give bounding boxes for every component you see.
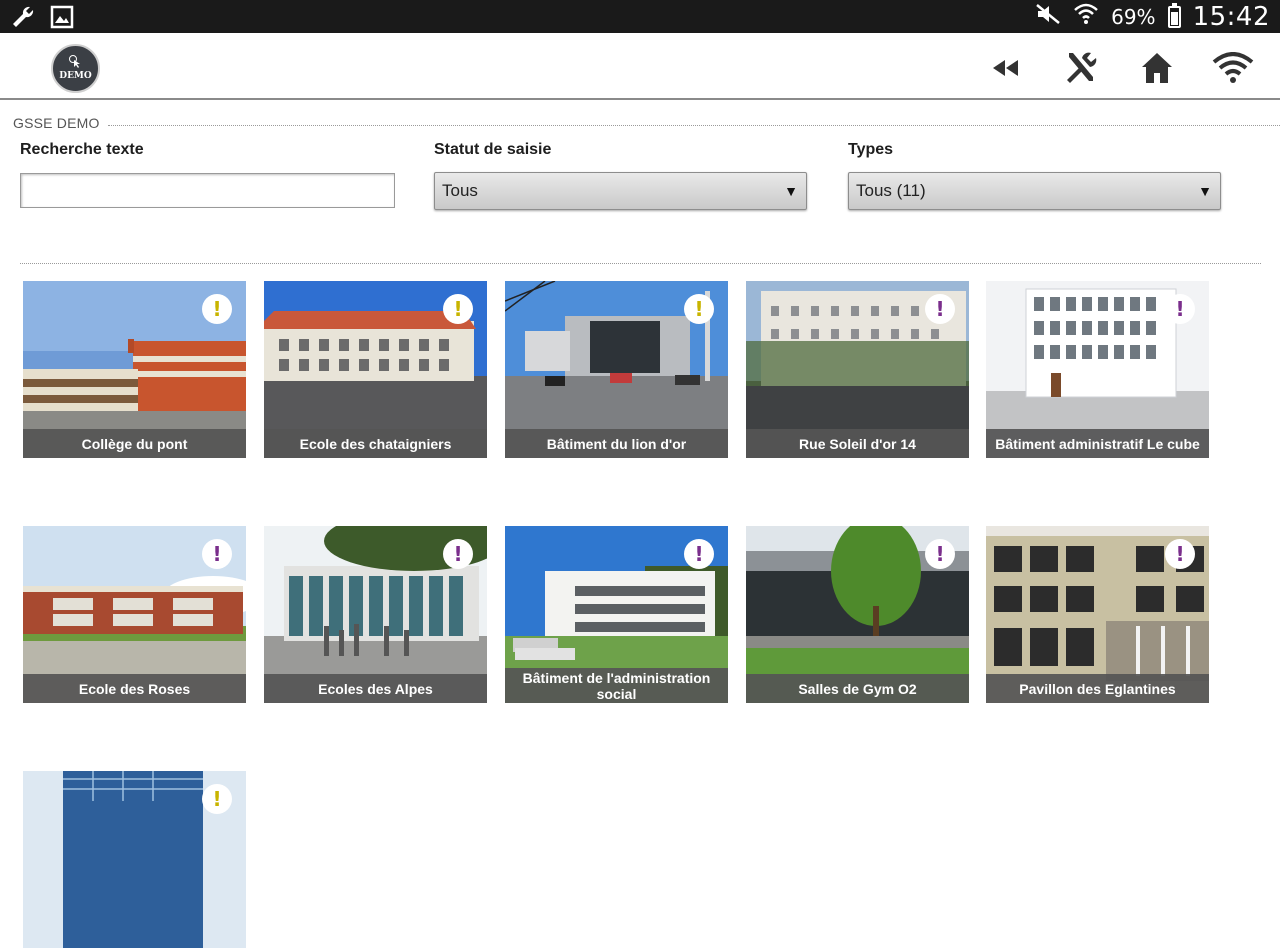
building-tile[interactable]: ! Ecoles des Alpes — [264, 526, 487, 703]
tools-icon — [1067, 52, 1097, 83]
alert-icon: ! — [925, 539, 955, 569]
rewind-button[interactable] — [984, 47, 1026, 89]
building-title: Salles de Gym O2 — [746, 674, 969, 703]
building-tile[interactable]: ! Salles de Gym O2 — [746, 526, 969, 703]
alert-icon: ! — [1165, 294, 1195, 324]
alert-icon: ! — [443, 539, 473, 569]
building-title: Bâtiment du lion d'or — [505, 429, 728, 458]
alert-icon: ! — [443, 294, 473, 324]
home-icon — [1142, 53, 1172, 83]
building-title: Rue Soleil d'or 14 — [746, 429, 969, 458]
battery-icon — [1167, 2, 1181, 28]
filters-divider — [20, 263, 1261, 264]
building-tile[interactable]: ! Ecole des chataigniers — [264, 281, 487, 458]
types-label: Types — [848, 141, 894, 158]
status-select[interactable]: Tous ▼ — [434, 172, 807, 210]
alert-icon: ! — [1165, 539, 1195, 569]
building-tile[interactable]: ! Bâtiment de l'administration social — [505, 526, 728, 703]
alert-icon: ! — [202, 294, 232, 324]
alert-icon: ! — [202, 784, 232, 814]
types-select-value: Tous (11) — [856, 181, 926, 200]
building-title: Ecole des chataigniers — [264, 429, 487, 458]
building-tile[interactable]: ! Bâtiment administratif Le cube — [986, 281, 1209, 458]
building-title: Ecole des Roses — [23, 674, 246, 703]
section-title: GSSE DEMO — [13, 115, 100, 131]
building-tile[interactable]: ! Bâtiment du lion d'or — [505, 281, 728, 458]
building-title: Bâtiment administratif Le cube — [986, 429, 1209, 458]
logo-text: DEMO — [59, 71, 92, 81]
status-label: Statut de saisie — [434, 141, 552, 158]
building-tile[interactable]: ! Rue Soleil d'or 14 — [746, 281, 969, 458]
alert-icon: ! — [202, 539, 232, 569]
status-select-value: Tous — [442, 181, 478, 200]
wifi-icon — [1212, 52, 1254, 83]
wifi-button[interactable] — [1212, 47, 1254, 89]
app-header: DEMO — [0, 33, 1280, 100]
building-title: Ecoles des Alpes — [264, 674, 487, 703]
wrench-icon — [10, 4, 36, 35]
status-bar: 69% 15:42 — [0, 0, 1280, 33]
tools-button[interactable] — [1060, 47, 1102, 89]
home-button[interactable] — [1136, 47, 1178, 89]
battery-percent: 69% — [1111, 4, 1156, 29]
mute-icon — [1035, 3, 1061, 30]
alert-icon: ! — [684, 294, 714, 324]
demo-logo[interactable]: DEMO — [51, 44, 100, 93]
alert-icon: ! — [925, 294, 955, 324]
cursor-icon — [69, 55, 80, 68]
section-divider — [108, 125, 1280, 126]
search-label: Recherche texte — [20, 141, 144, 158]
building-title: Collège du pont — [23, 429, 246, 458]
wifi-icon — [1073, 2, 1099, 31]
clock: 15:42 — [1192, 1, 1270, 32]
dropdown-arrow-icon: ▼ — [1198, 183, 1212, 199]
dropdown-arrow-icon: ▼ — [784, 183, 798, 199]
search-input[interactable] — [20, 173, 395, 208]
rewind-icon — [993, 60, 1018, 76]
building-tile[interactable]: ! Pavillon des Eglantines — [986, 526, 1209, 703]
types-select[interactable]: Tous (11) ▼ — [848, 172, 1221, 210]
alert-icon: ! — [684, 539, 714, 569]
building-tile[interactable]: ! — [23, 771, 246, 948]
building-tile[interactable]: ! Ecole des Roses — [23, 526, 246, 703]
image-icon — [50, 5, 74, 34]
building-title: Bâtiment de l'administration social — [505, 668, 728, 703]
building-tile[interactable]: ! Collège du pont — [23, 281, 246, 458]
building-title: Pavillon des Eglantines — [986, 674, 1209, 703]
